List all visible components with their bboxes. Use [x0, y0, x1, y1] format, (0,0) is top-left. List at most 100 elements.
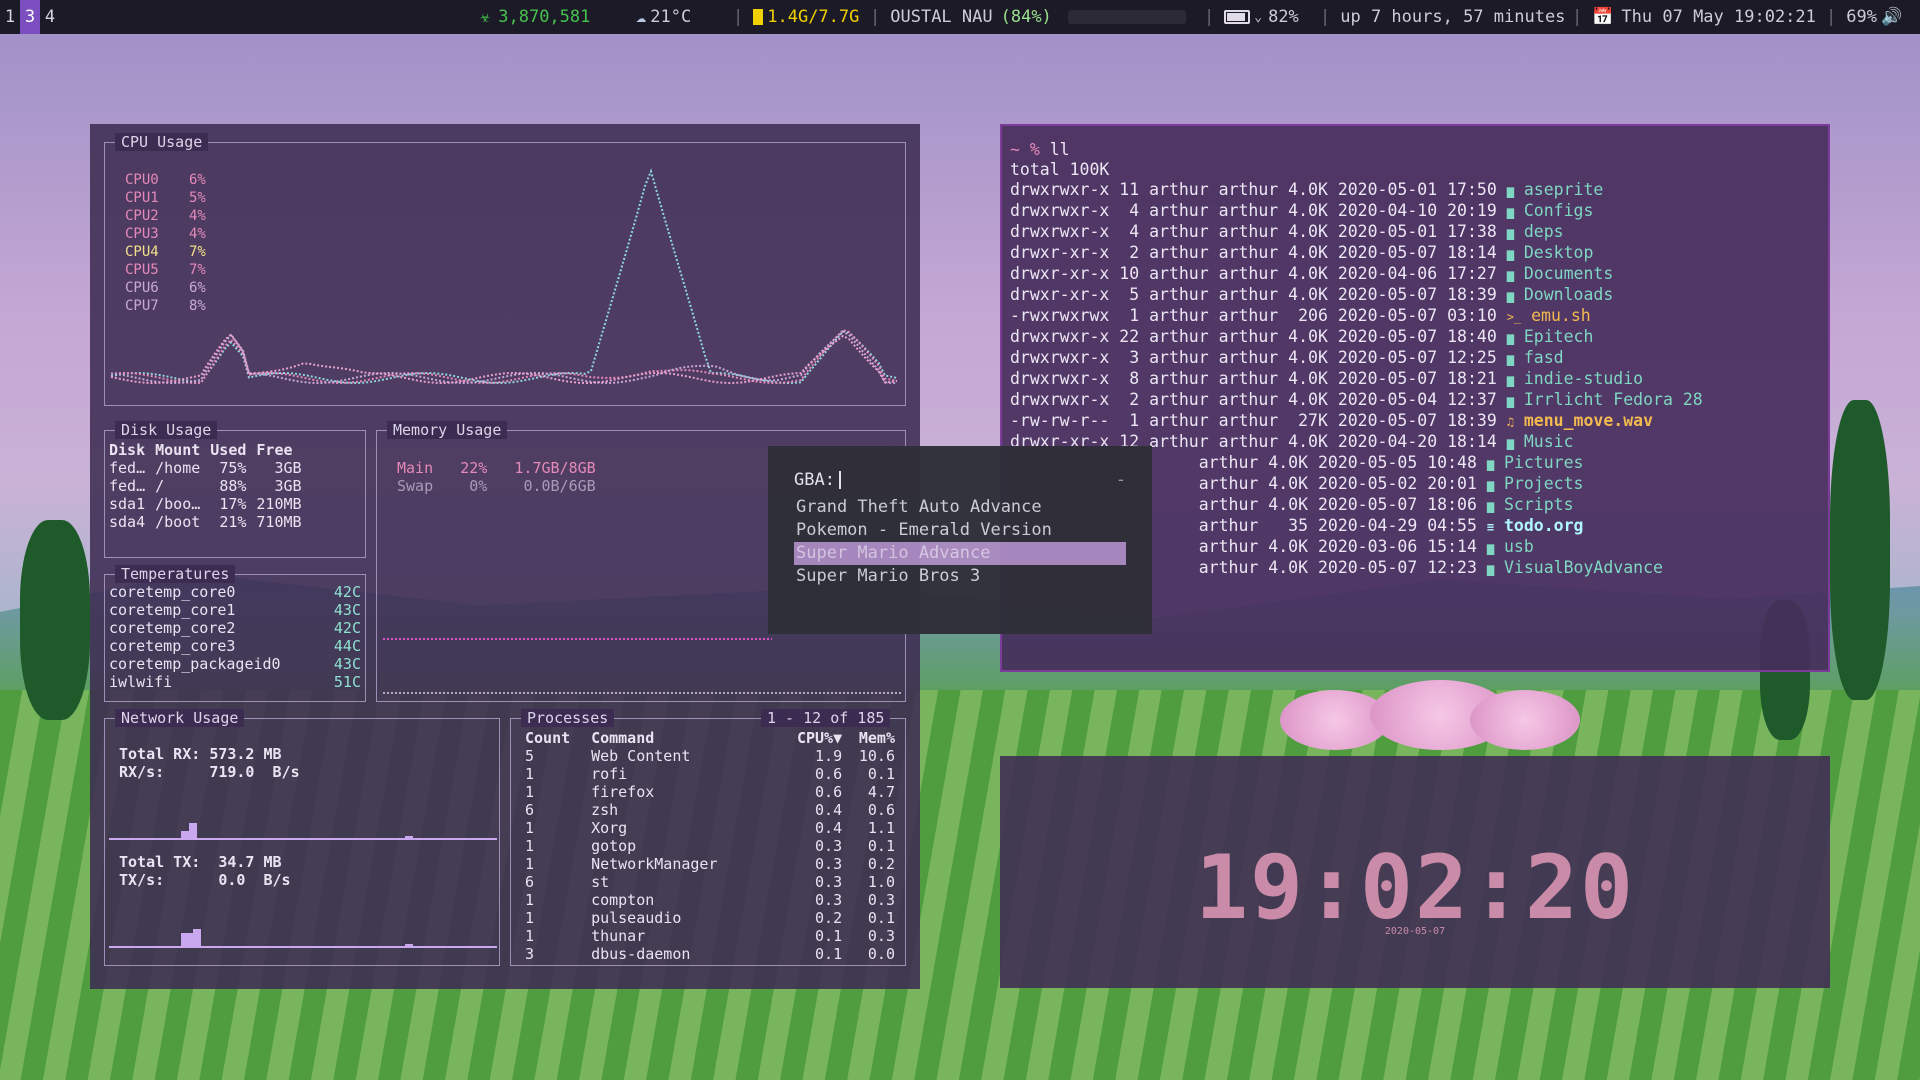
battery-icon [1224, 10, 1251, 24]
rofi-result-item[interactable]: Grand Theft Auto Advance [794, 496, 1126, 519]
text-cursor [838, 471, 841, 489]
rx-spike [181, 831, 189, 839]
disk-usage-title: Disk Usage [115, 421, 218, 439]
rofi-result-item[interactable]: Pokemon - Emerald Version [794, 519, 1126, 542]
process-cell: 0.2 [815, 909, 843, 927]
cpu-trace [110, 168, 898, 385]
entry-name: Downloads [1523, 285, 1614, 304]
disk-row: fed… /home 75% 3GB [109, 459, 312, 477]
process-row[interactable]: 1 compton 0.3 0.3 [525, 891, 895, 909]
sensor-name: coretemp_core1 [109, 601, 236, 619]
temperature-row: coretemp_core0 42C [109, 583, 361, 601]
process-cell: 0.6 [815, 783, 843, 801]
entry-metadata: drwxrwxr-x 8 arthur arthur 4.0K 2020-05-… [1010, 369, 1497, 388]
process-header-cell[interactable]: Count [525, 729, 591, 747]
folder-icon: ▆ [1506, 205, 1514, 219]
process-cell: st [591, 873, 610, 891]
rofi-result-item[interactable]: Super Mario Bros 3 [794, 565, 1126, 588]
status-bar: 134 ☣ 3,870,581 ☁ 21°C | 1.4G/7.7G | OUS… [0, 0, 1920, 34]
process-table[interactable]: Count Command CPU%▼ Mem% 5 Web Content 1.9 10.6… [525, 729, 895, 963]
biohazard-icon: ☣ [480, 7, 491, 27]
disk-header-row: Disk Mount Used Free [109, 441, 312, 459]
memory-widget: | 1.4G/7.7G [733, 0, 859, 34]
process-row[interactable]: 1 pulseaudio 0.2 0.1 [525, 909, 895, 927]
clock-window[interactable]: 19:02:20 2020-05-07 [1000, 756, 1830, 988]
process-cell: 0.6 [815, 765, 843, 783]
cpu-usage-graph [110, 168, 898, 385]
network-tx-graph [109, 929, 497, 948]
temperatures-panel: Temperatures coretemp_core0 42C coretemp_c… [104, 565, 366, 702]
network-rx-graph [109, 823, 497, 840]
rofi-indicator: - [1115, 470, 1126, 490]
volume-widget[interactable]: | 69% 🔊 [1826, 0, 1902, 34]
process-header-cell[interactable]: Command [591, 729, 776, 747]
process-cell: compton [591, 891, 655, 909]
entry-name: aseprite [1523, 180, 1604, 199]
process-row[interactable]: 5 Web Content 1.9 10.6 [525, 747, 895, 765]
process-row[interactable]: 1 NetworkManager 0.3 0.2 [525, 855, 895, 873]
disk-cell: 3GB [274, 477, 302, 495]
workspace-switcher[interactable]: 134 [0, 0, 60, 34]
temperature-row: coretemp_core1 43C [109, 601, 361, 619]
rofi-launcher[interactable]: GBA: - Grand Theft Auto Advance Pokemon -… [768, 446, 1152, 634]
process-row[interactable]: 6 st 0.3 1.0 [525, 873, 895, 891]
entry-name: fasd [1523, 348, 1564, 367]
separator: | [1320, 7, 1331, 27]
rofi-result-item[interactable]: Super Mario Advance [794, 542, 1126, 565]
entry-name: todo.org [1504, 516, 1584, 535]
process-row[interactable]: 3 dbus-daemon 0.1 0.0 [525, 945, 895, 963]
disk-cell: sda4 [109, 513, 146, 531]
wallpaper-blossom [1470, 690, 1580, 750]
sensor-name: coretemp_core2 [109, 619, 236, 637]
separator: | [1826, 7, 1837, 27]
disk-row: sda4/boot 21% 710MB [109, 513, 312, 531]
process-row[interactable]: 1 rofi 0.6 0.1 [525, 765, 895, 783]
disk-cell: sda1 [109, 495, 146, 513]
rofi-input-row[interactable]: GBA: - [794, 470, 1126, 490]
entry-name: Projects [1504, 474, 1584, 493]
chevron-down-icon[interactable]: ⌄ [1254, 10, 1262, 25]
separator: | [1204, 7, 1215, 27]
workspace-4[interactable]: 4 [40, 0, 60, 34]
rofi-search-input[interactable]: GBA: [794, 470, 841, 490]
entry-metadata: drwxrwxr-x 4 arthur arthur 4.0K 2020-04-… [1010, 201, 1497, 220]
disk-cell: 21% [219, 513, 247, 531]
process-cell: rofi [591, 765, 628, 783]
process-cell: 0.3 [867, 927, 895, 945]
process-header-cell[interactable]: Mem% [842, 729, 895, 747]
entry-name: Epitech [1523, 327, 1594, 346]
process-cell: 3 [525, 945, 535, 963]
process-row[interactable]: 1 firefox 0.6 4.7 [525, 783, 895, 801]
process-row[interactable]: 1 thunar 0.1 0.3 [525, 927, 895, 945]
process-cell: 1 [525, 909, 535, 927]
folder-icon: ▆ [1506, 352, 1514, 366]
process-cell: 1.1 [867, 819, 895, 837]
process-cell: 1 [525, 891, 535, 909]
process-row[interactable]: 1 gotop 0.3 0.1 [525, 837, 895, 855]
workspace-1[interactable]: 1 [0, 0, 20, 34]
process-row[interactable]: 6 zsh 0.4 0.6 [525, 801, 895, 819]
process-cell: 1 [525, 819, 535, 837]
process-cell: 5 [525, 747, 535, 765]
directory-entry: -rwxrwxrwx 1 arthur arthur 206 2020-05-0… [1010, 306, 1820, 327]
disk-cell: 75% [219, 459, 247, 477]
battery-widget: | ⌄ 82% [1204, 0, 1299, 34]
disk-cell: 17% [219, 495, 247, 513]
tx-spike [193, 929, 201, 947]
process-cell: dbus-daemon [591, 945, 691, 963]
processes-title: Processes [521, 709, 615, 727]
entry-metadata: drwxr-xr-x 5 arthur arthur 4.0K 2020-05-… [1010, 285, 1497, 304]
workspace-3[interactable]: 3 [20, 0, 40, 34]
redacted-block [1067, 10, 1186, 24]
process-header-cell[interactable]: CPU%▼ [776, 729, 842, 747]
folder-icon: ▆ [1506, 289, 1514, 303]
terminal-prompt-line: ~ % ll [1010, 140, 1070, 159]
process-cell: thunar [591, 927, 646, 945]
process-cell: 6 [525, 801, 535, 819]
clock-widget[interactable]: | 📅 Thu 07 May 19:02:21 [1572, 0, 1816, 34]
process-row[interactable]: 1 Xorg 0.4 1.1 [525, 819, 895, 837]
entry-name: Irrlicht Fedora 28 [1523, 390, 1703, 409]
wallpaper-tree [1830, 400, 1890, 700]
network-tx-stats: Total TX: 34.7 MB TX/s: 0.0 B/s [119, 853, 291, 889]
terminal-total-line: total 100K [1010, 160, 1110, 179]
